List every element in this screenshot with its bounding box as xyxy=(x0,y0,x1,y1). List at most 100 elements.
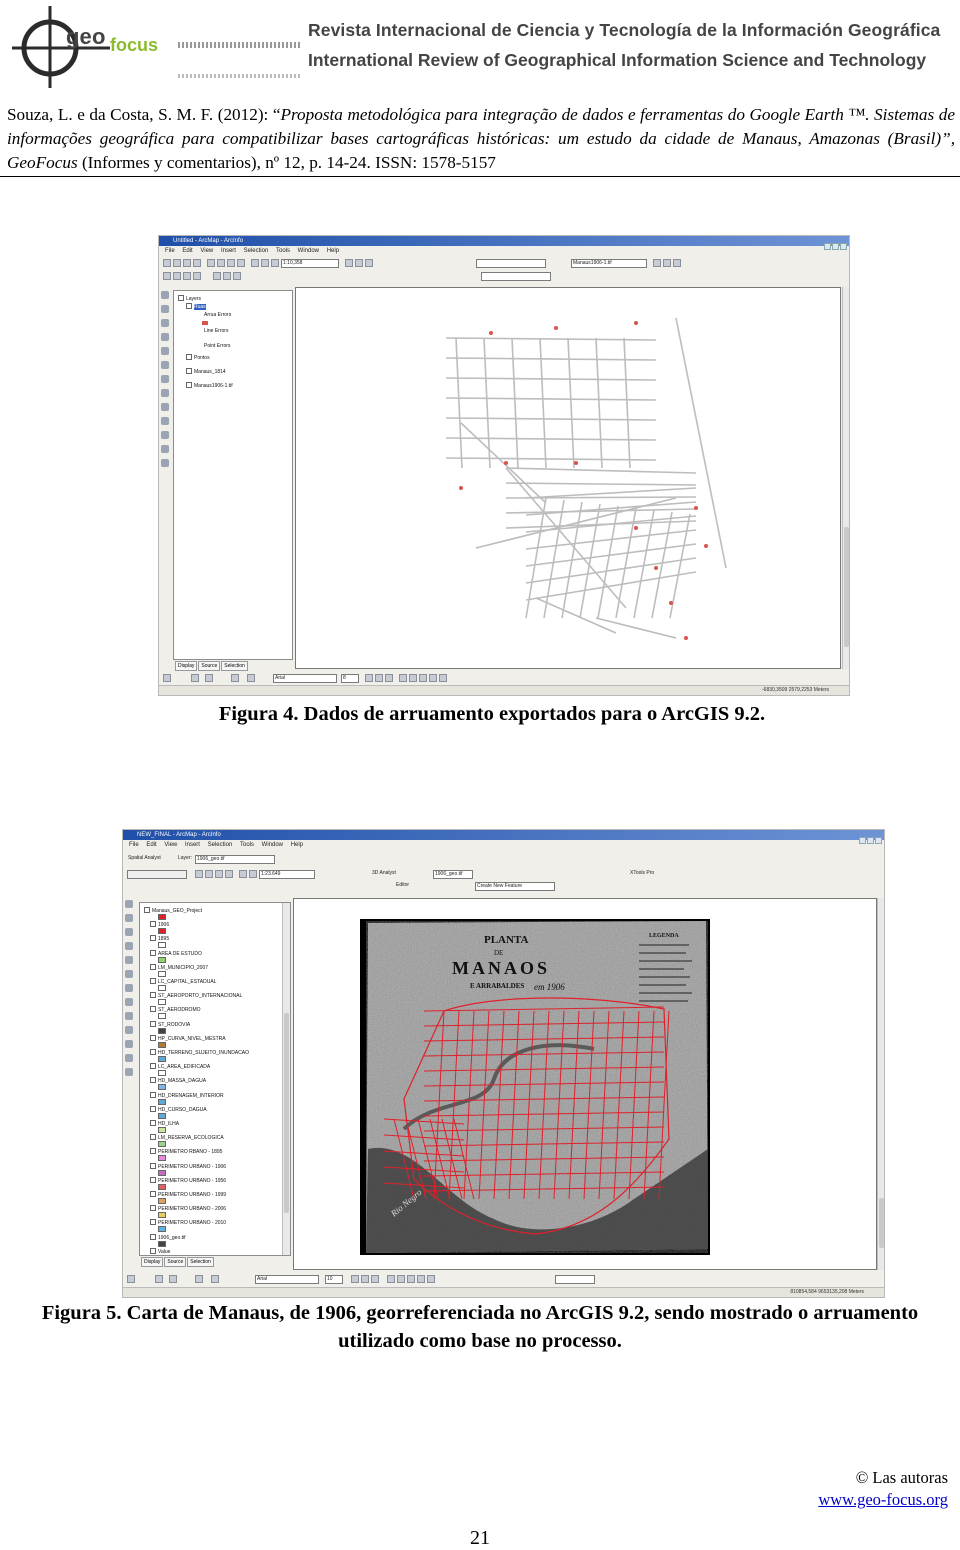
layer-checkbox[interactable] xyxy=(150,1134,156,1141)
print-icon[interactable] xyxy=(225,870,233,878)
font-size-combo[interactable]: 10 xyxy=(325,1275,343,1284)
toc-layer[interactable]: Value xyxy=(150,1247,170,1255)
identify-icon[interactable] xyxy=(213,272,221,280)
open-icon[interactable] xyxy=(205,870,213,878)
pan-icon[interactable] xyxy=(125,942,133,950)
toc-layer[interactable]: PERIMETRO RBANO - 1895 xyxy=(150,1148,222,1155)
fixed-zoom-icon[interactable] xyxy=(161,319,169,327)
save-icon[interactable] xyxy=(183,259,191,267)
open-icon[interactable] xyxy=(173,259,181,267)
toc-scrollbar[interactable] xyxy=(282,903,290,1255)
binoculars-icon[interactable] xyxy=(125,1040,133,1048)
toc-layer[interactable]: 1906_geo.tif xyxy=(150,1233,186,1241)
layer-checkbox[interactable] xyxy=(150,1176,156,1183)
menu-help[interactable]: Help xyxy=(291,842,303,848)
zoom-out-icon[interactable] xyxy=(125,914,133,922)
toc-layer[interactable]: Manaus1906-1.tif xyxy=(186,382,233,389)
toc-layer[interactable]: LM_RESERVA_ECOLOGICA xyxy=(150,1134,224,1141)
menu-tools[interactable]: Tools xyxy=(276,248,290,254)
menu-selection[interactable]: Selection xyxy=(244,248,269,254)
italic-icon[interactable] xyxy=(375,674,383,682)
font-color-icon[interactable] xyxy=(399,674,407,682)
find-icon[interactable] xyxy=(161,417,169,425)
menu-view[interactable]: View xyxy=(164,842,177,848)
toc-layer[interactable]: PERIMETRO URBANO - 2010 xyxy=(150,1219,226,1226)
toc-layer[interactable]: ST_AERODROMO xyxy=(150,1006,201,1013)
rectangle-icon[interactable] xyxy=(231,674,239,682)
toc-layer[interactable]: HD_TERRENO_SUJEITO_INUNDACAO xyxy=(150,1049,249,1056)
layer-checkbox[interactable] xyxy=(150,963,156,970)
menu-insert[interactable]: Insert xyxy=(185,842,200,848)
menu-window[interactable]: Window xyxy=(262,842,283,848)
drawing-icon[interactable] xyxy=(127,1275,135,1283)
font-size-combo[interactable]: 8 xyxy=(341,674,359,683)
menu-edit[interactable]: Edit xyxy=(182,248,192,254)
journal-link[interactable]: www.geo-focus.org xyxy=(818,1489,948,1511)
forward-icon[interactable] xyxy=(161,375,169,383)
font-color-icon[interactable] xyxy=(387,1275,395,1283)
georef-combo[interactable] xyxy=(127,870,187,879)
layer-checkbox[interactable] xyxy=(144,907,150,913)
info-icon[interactable] xyxy=(125,1012,133,1020)
arctoolbox-icon[interactable] xyxy=(355,259,363,267)
globe-icon[interactable] xyxy=(161,347,169,355)
toc-layer[interactable]: HD_DRENAGEM_INTERIOR xyxy=(150,1091,224,1099)
toc-layer[interactable]: Manaus_1814 xyxy=(186,368,226,375)
menu-selection[interactable]: Selection xyxy=(208,842,233,848)
layer-checkbox[interactable] xyxy=(150,1063,156,1070)
vertical-scrollbar[interactable] xyxy=(877,898,884,1270)
menu-tools[interactable]: Tools xyxy=(240,842,254,848)
georef-combo[interactable] xyxy=(476,259,546,268)
select-icon[interactable] xyxy=(155,1275,163,1283)
undo-icon[interactable] xyxy=(251,259,259,267)
back-icon[interactable] xyxy=(161,361,169,369)
font-combo[interactable]: Arial xyxy=(273,674,337,683)
tab-display[interactable]: Display xyxy=(175,661,198,671)
text-icon[interactable] xyxy=(211,1275,219,1283)
toc-layer[interactable]: PERIMETRO URBANO - 2006 xyxy=(150,1205,226,1212)
delete-icon[interactable] xyxy=(237,259,245,267)
toc-layer[interactable]: PERIMETRO URBANO - 1956 xyxy=(150,1176,226,1184)
measure-icon[interactable] xyxy=(161,459,169,467)
toc-layer[interactable]: HD_ILHA xyxy=(150,1120,179,1127)
text-icon[interactable] xyxy=(247,674,255,682)
layer-checkbox[interactable] xyxy=(150,1020,156,1027)
editor-icon[interactable] xyxy=(345,259,353,267)
layer-checkbox[interactable] xyxy=(150,1091,156,1098)
measure-icon[interactable] xyxy=(125,1068,133,1076)
toc-layer[interactable]: AREA DE ESTUDO xyxy=(150,949,202,957)
tab-selection[interactable]: Selection xyxy=(221,661,248,671)
layer-checkbox[interactable] xyxy=(150,992,156,999)
fill-color-icon[interactable] xyxy=(409,674,417,682)
new-icon[interactable] xyxy=(163,259,171,267)
layer-checkbox[interactable] xyxy=(150,1006,156,1013)
toc-layer[interactable]: Pontos xyxy=(186,354,210,361)
georef-zoom-combo[interactable] xyxy=(555,1275,595,1284)
layer-checkbox[interactable] xyxy=(150,1205,156,1212)
layer-checkbox[interactable] xyxy=(150,978,156,984)
toc-layer[interactable]: LC_AREA_EDIFICADA xyxy=(150,1063,210,1070)
shadow-color-icon[interactable] xyxy=(439,674,447,682)
bold-icon[interactable] xyxy=(351,1275,359,1283)
forward-icon[interactable] xyxy=(125,984,133,992)
full-extent-icon[interactable] xyxy=(193,272,201,280)
scale-combo[interactable]: 1:23.649 xyxy=(259,870,315,879)
menu-insert[interactable]: Insert xyxy=(221,248,236,254)
back-icon[interactable] xyxy=(125,970,133,978)
italic-icon[interactable] xyxy=(361,1275,369,1283)
underline-icon[interactable] xyxy=(371,1275,379,1283)
zoom-in-icon[interactable] xyxy=(163,272,171,280)
hyperlink-icon[interactable] xyxy=(161,445,169,453)
find-icon[interactable] xyxy=(125,1026,133,1034)
editor-menu[interactable]: Editor xyxy=(395,882,415,891)
layer-combo[interactable]: Manaus1906-1.tif xyxy=(571,259,647,268)
link-table-icon[interactable] xyxy=(673,259,681,267)
paste-icon[interactable] xyxy=(227,259,235,267)
redo-icon[interactable] xyxy=(261,259,269,267)
layer-checkbox[interactable] xyxy=(150,1191,156,1197)
toc-layer[interactable]: ST_RODOVIA xyxy=(150,1020,190,1028)
layer-checkbox[interactable] xyxy=(150,1233,156,1240)
line-color-icon[interactable] xyxy=(407,1275,415,1283)
select-icon[interactable] xyxy=(125,998,133,1006)
copy-icon[interactable] xyxy=(217,259,225,267)
